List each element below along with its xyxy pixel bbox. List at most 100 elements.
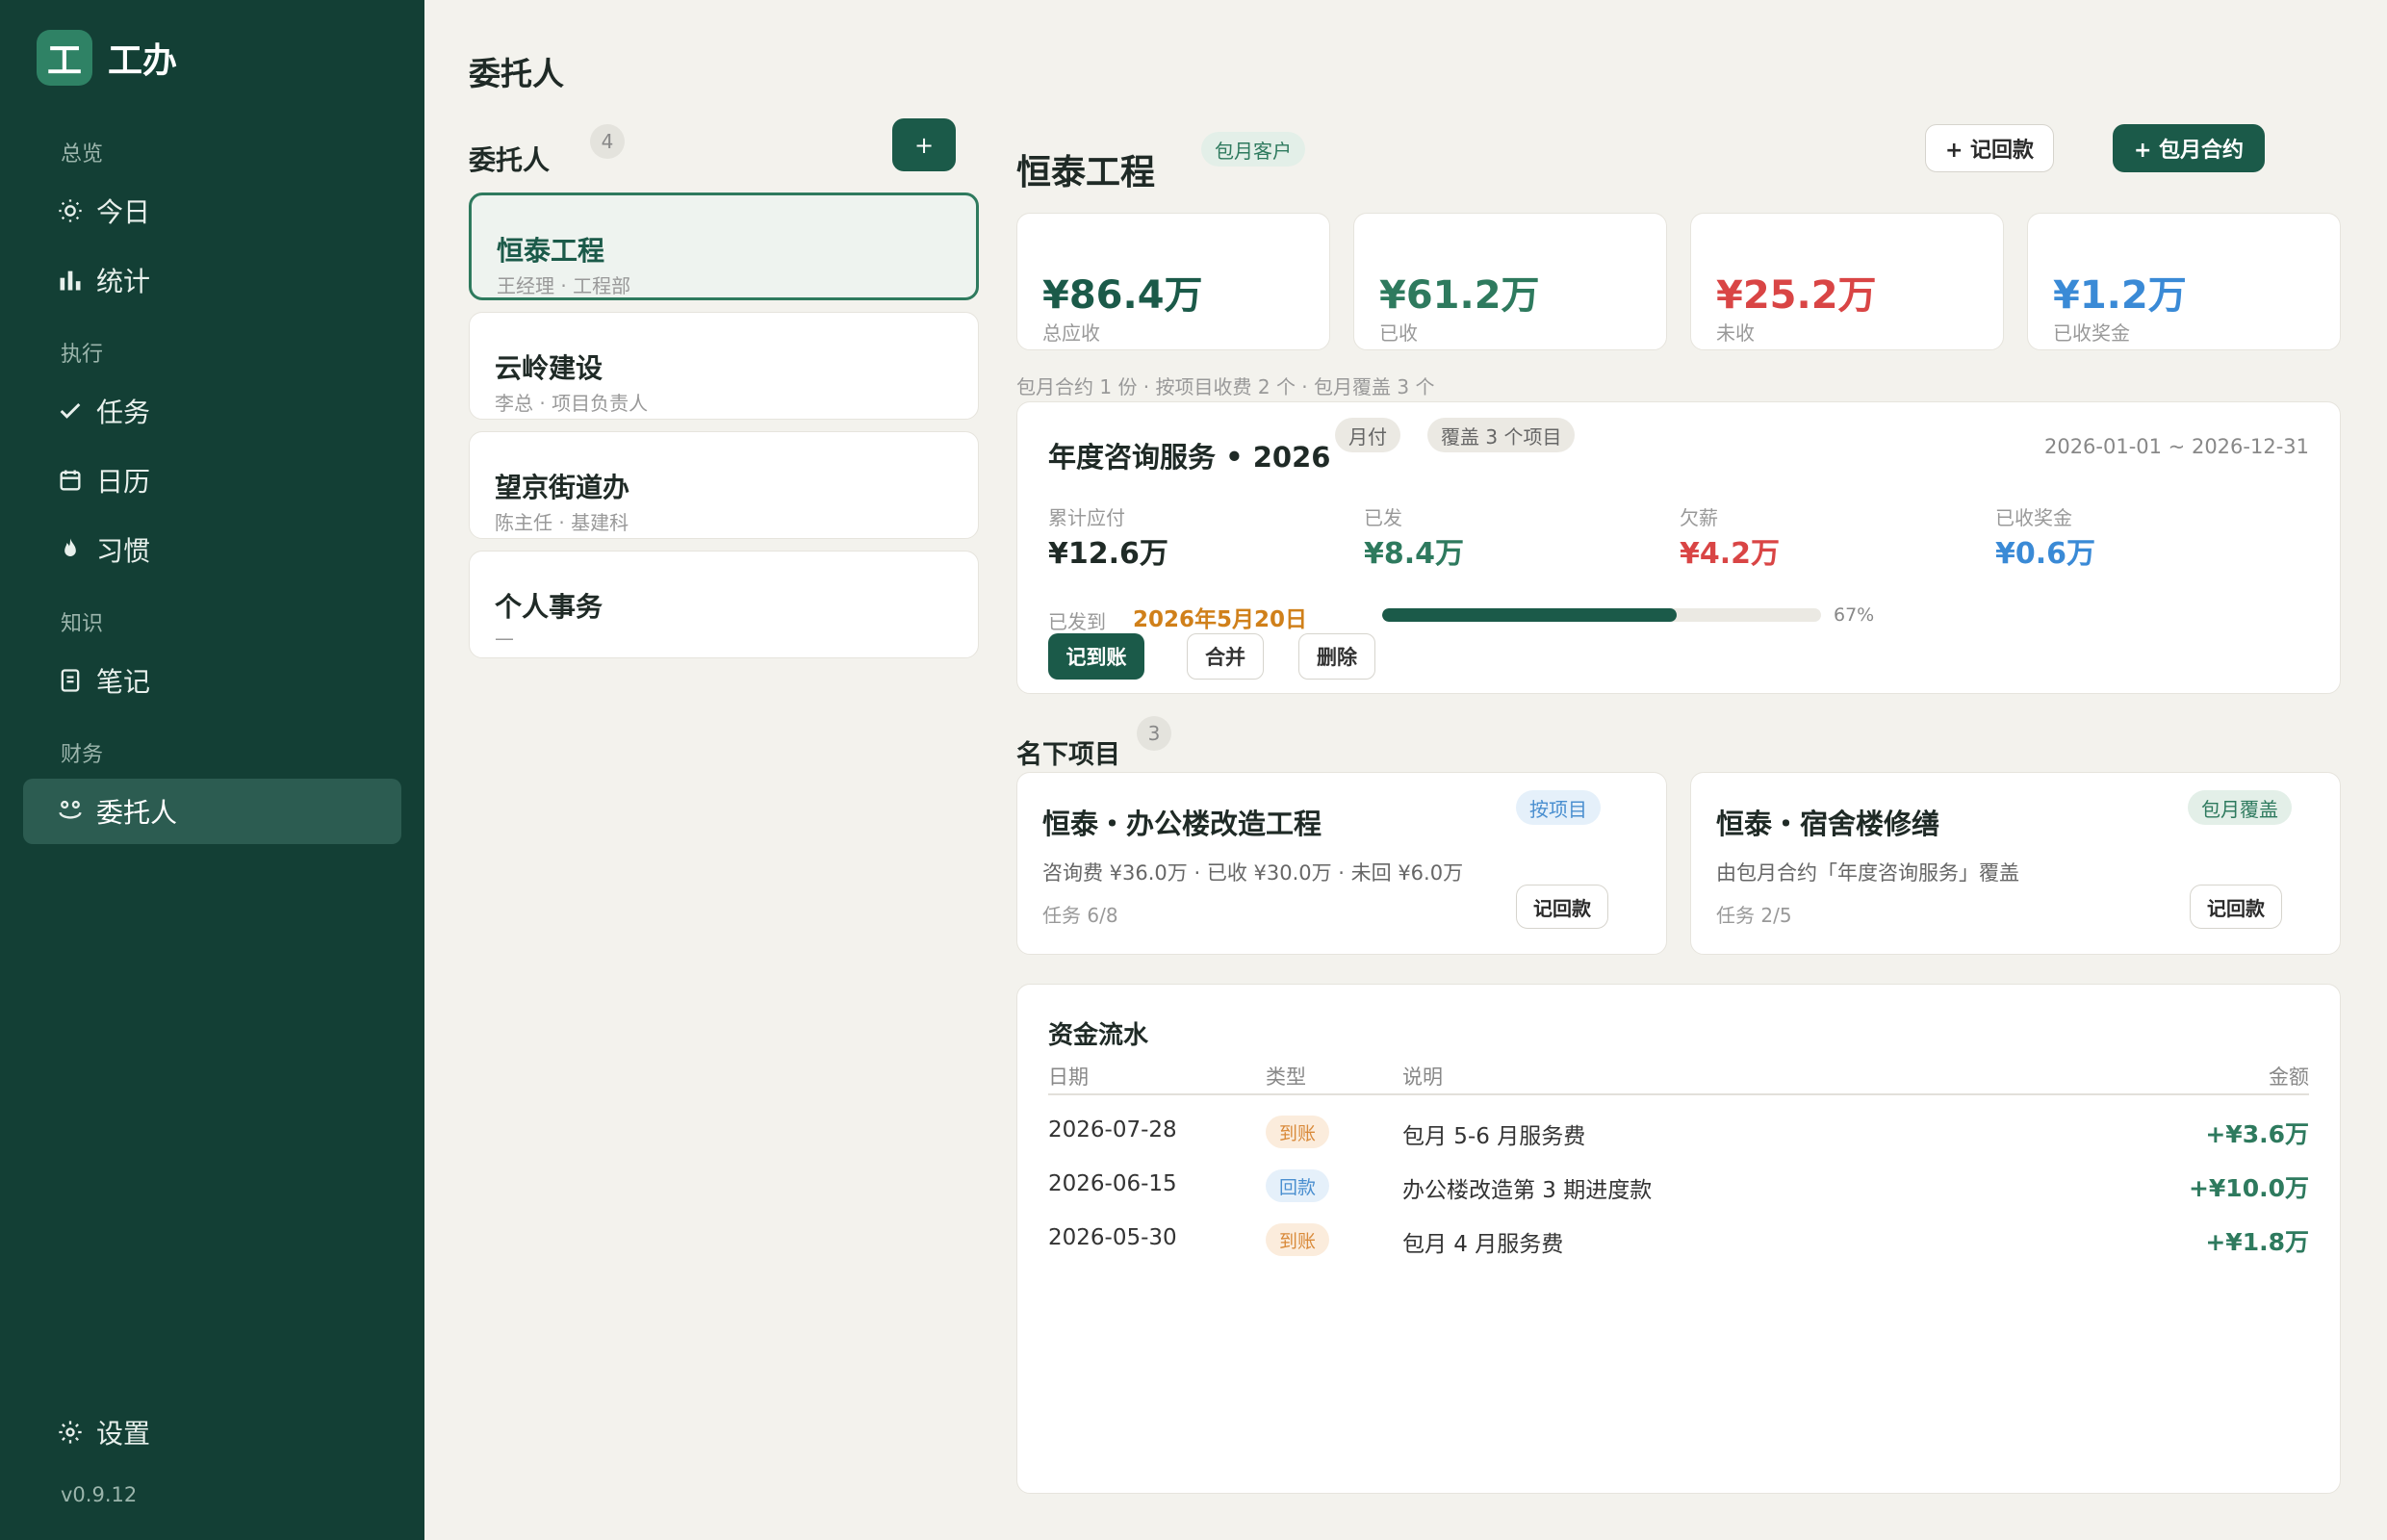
payment-progress-text: 67%: [1834, 604, 1875, 626]
stat-label: 未收: [1716, 321, 1755, 345]
sidebar-item-clients[interactable]: 委托人: [23, 779, 401, 844]
stat-label: 总应收: [1042, 321, 1100, 345]
stat-value: ¥61.2万: [1379, 273, 1540, 318]
contract-stat-value: ¥8.4万: [1364, 537, 1465, 571]
contract-title: 年度咨询服务 • 2026: [1048, 441, 1331, 474]
sidebar-item-notes[interactable]: 笔记: [23, 648, 401, 713]
sidebar-item-today[interactable]: 今日: [23, 178, 401, 244]
paid-to-label: 已发到: [1048, 610, 1106, 633]
stat-card-bonus: ¥1.2万 已收奖金: [2027, 213, 2341, 350]
record-received-button[interactable]: 记到账: [1048, 633, 1144, 680]
client-contact: 李总 · 项目负责人: [495, 392, 649, 415]
contract-date-range: 2026-01-01 ~ 2026-12-31: [2043, 435, 2309, 458]
contract-stat-label: 欠薪: [1680, 506, 1718, 529]
client-card-personal[interactable]: 个人事务 —: [469, 551, 979, 658]
ledger-header-amount: 金额: [2269, 1065, 2309, 1089]
sidebar-item-stats[interactable]: 统计: [23, 247, 401, 313]
monthly-client-badge: 包月客户: [1201, 132, 1305, 167]
page-title: 委托人: [469, 55, 564, 92]
stat-card-received: ¥61.2万 已收: [1353, 213, 1667, 350]
contract-stat-label: 已收奖金: [1995, 506, 2072, 529]
sidebar-item-label: 日历: [96, 466, 151, 498]
contract-stat-label: 累计应付: [1048, 506, 1125, 529]
stat-card-unreceived: ¥25.2万 未收: [1690, 213, 2004, 350]
payment-cycle-tag: 月付: [1335, 418, 1400, 452]
ledger-type-badge: 到账: [1266, 1223, 1329, 1256]
sidebar-item-label: 习惯: [96, 535, 151, 567]
client-contact: —: [495, 627, 514, 650]
ledger-divider: [1048, 1093, 2309, 1095]
client-contact: 陈主任 · 基建科: [495, 511, 629, 534]
contract-stat-value: ¥12.6万: [1048, 537, 1168, 571]
client-name: 望京街道办: [495, 472, 630, 503]
record-payment-button[interactable]: + 记回款: [1925, 124, 2054, 172]
stat-value: ¥1.2万: [2053, 273, 2187, 318]
project-task-count: 任务 6/8: [1042, 904, 1118, 927]
project-task-count: 任务 2/5: [1716, 904, 1792, 927]
sidebar-item-label: 任务: [96, 397, 151, 428]
client-name: 个人事务: [495, 591, 603, 623]
sun-icon: [56, 196, 85, 225]
sidebar: 工 工办 总览 今日 统计 执行 任务 日历 习惯 知识 笔记 财务 委托人 设…: [0, 0, 424, 1540]
project-card-dorm[interactable]: 恒泰・宿舍楼修缮 包月覆盖 由包月合约「年度咨询服务」覆盖 任务 2/5 记回款: [1690, 772, 2341, 955]
client-name: 恒泰工程: [497, 235, 605, 267]
payment-progress-bar: [1382, 608, 1821, 622]
ledger-type-badge: 到账: [1266, 1116, 1329, 1148]
nav-section-execute: 执行: [61, 343, 104, 367]
calendar-icon: [56, 466, 85, 495]
note-icon: [56, 666, 85, 695]
sidebar-item-label: 统计: [96, 266, 151, 297]
stat-value: ¥86.4万: [1042, 273, 1203, 318]
project-record-payment-button[interactable]: 记回款: [2190, 885, 2282, 929]
sidebar-item-label: 今日: [96, 196, 151, 228]
stat-label: 已收: [1379, 321, 1418, 345]
flame-icon: [56, 535, 85, 564]
project-billing-tag: 按项目: [1516, 790, 1601, 825]
ledger-header-type: 类型: [1266, 1065, 1306, 1089]
ledger-date: 2026-07-28: [1048, 1117, 1177, 1142]
sidebar-item-label: 委托人: [96, 797, 178, 829]
stat-value: ¥25.2万: [1716, 273, 1877, 318]
payment-progress-fill: [1382, 608, 1677, 622]
bar-chart-icon: [56, 266, 85, 295]
add-client-button[interactable]: +: [892, 118, 956, 171]
sidebar-item-label: 设置: [96, 1418, 151, 1450]
brand[interactable]: 工 工办: [37, 30, 177, 86]
sidebar-item-habits[interactable]: 习惯: [23, 517, 401, 582]
ledger-description: 包月 5-6 月服务费: [1402, 1124, 1586, 1149]
check-icon: [56, 397, 85, 425]
project-record-payment-button[interactable]: 记回款: [1516, 885, 1608, 929]
contract-stat-value: ¥0.6万: [1995, 537, 2096, 571]
ledger-description: 包月 4 月服务费: [1402, 1232, 1564, 1257]
project-name: 恒泰・办公楼改造工程: [1042, 808, 1322, 840]
ledger-card: 资金流水 日期 类型 说明 金额 2026-07-28 到账 包月 5-6 月服…: [1016, 984, 2341, 1494]
sidebar-item-settings[interactable]: 设置: [23, 1399, 401, 1465]
sidebar-item-tasks[interactable]: 任务: [23, 378, 401, 444]
delete-button[interactable]: 删除: [1298, 633, 1375, 680]
contract-stat-value: ¥4.2万: [1680, 537, 1781, 571]
sidebar-item-calendar[interactable]: 日历: [23, 448, 401, 513]
brand-logo: 工: [37, 30, 92, 86]
sidebar-item-label: 笔记: [96, 666, 151, 698]
ledger-date: 2026-06-15: [1048, 1171, 1177, 1196]
project-billing-tag: 包月覆盖: [2188, 790, 2292, 825]
project-name: 恒泰・宿舍楼修缮: [1716, 808, 1940, 840]
project-description: 由包月合约「年度咨询服务」覆盖: [1716, 861, 2019, 885]
client-card-hengtai[interactable]: 恒泰工程 王经理 · 工程部: [469, 192, 979, 300]
ledger-amount: +¥3.6万: [2205, 1120, 2309, 1148]
merge-button[interactable]: 合并: [1187, 633, 1264, 680]
people-icon: [56, 797, 85, 826]
projects-count-badge: 3: [1137, 716, 1171, 751]
client-card-wangjing[interactable]: 望京街道办 陈主任 · 基建科: [469, 431, 979, 539]
ledger-title: 资金流水: [1048, 1021, 1149, 1050]
stat-card-total-receivable: ¥86.4万 总应收: [1016, 213, 1330, 350]
project-description: 咨询费 ¥36.0万 · 已收 ¥30.0万 · 未回 ¥6.0万: [1042, 861, 1464, 885]
version-label: v0.9.12: [61, 1483, 138, 1506]
client-card-yunling[interactable]: 云岭建设 李总 · 项目负责人: [469, 312, 979, 420]
client-contact: 王经理 · 工程部: [497, 274, 631, 297]
ledger-type-badge: 回款: [1266, 1169, 1329, 1202]
client-list-title: 委托人: [469, 144, 551, 176]
project-card-office[interactable]: 恒泰・办公楼改造工程 按项目 咨询费 ¥36.0万 · 已收 ¥30.0万 · …: [1016, 772, 1667, 955]
add-monthly-contract-button[interactable]: + 包月合约: [2113, 124, 2265, 172]
contract-summary-meta: 包月合约 1 份 · 按项目收费 2 个 · 包月覆盖 3 个: [1016, 375, 1435, 398]
